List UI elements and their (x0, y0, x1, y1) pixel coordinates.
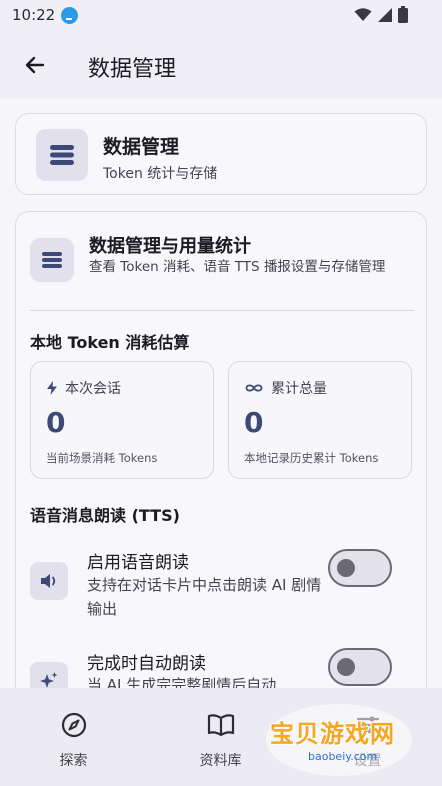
page-title: 数据管理 (88, 57, 177, 82)
tts-auto-description: 当 AI 生成完完整剧情后自动 (87, 676, 277, 688)
back-button[interactable] (18, 48, 52, 82)
tts-enable-title: 启用语音朗读 (87, 553, 189, 573)
session-value: 0 (46, 406, 66, 439)
watermark: 宝贝游戏网 baobeiy.com (266, 700, 416, 778)
speaker-icon (30, 562, 68, 600)
tts-section-title: 语音消息朗读 (TTS) (30, 506, 180, 525)
infinity-icon (245, 384, 263, 392)
app-bar: 数据管理 (0, 32, 442, 98)
download-icon (61, 7, 78, 24)
content-area[interactable]: 数据管理 Token 统计与存储 数据管理与用量统计 查看 Token 消耗、语… (0, 98, 442, 688)
tts-enable-toggle[interactable] (328, 549, 392, 587)
total-label: 累计总量 (271, 381, 327, 397)
total-value: 0 (244, 406, 264, 439)
header-card-subtitle: Token 统计与存储 (103, 166, 218, 182)
arrow-left-icon (25, 56, 45, 74)
status-bar: 10:22 (0, 0, 442, 32)
watermark-text: 宝贝游戏网 (270, 720, 395, 748)
lightning-icon (47, 381, 57, 395)
status-icons (354, 6, 408, 23)
nav-explore[interactable]: 探索 (0, 688, 147, 786)
sparkle-icon (30, 662, 68, 688)
nav-explore-label: 探索 (59, 753, 88, 769)
compass-icon (59, 710, 89, 740)
data-management-card: 数据管理与用量统计 查看 Token 消耗、语音 TTS 播报设置与存储管理 本… (15, 211, 427, 688)
card-title: 数据管理与用量统计 (89, 236, 251, 257)
divider (30, 310, 414, 311)
book-icon (206, 710, 236, 740)
tts-auto-toggle[interactable] (328, 648, 392, 686)
storage-icon (30, 238, 74, 282)
token-section-title: 本地 Token 消耗估算 (30, 333, 190, 352)
battery-icon (398, 6, 408, 23)
storage-icon (36, 129, 88, 181)
signal-icon (378, 7, 392, 22)
wifi-icon (354, 7, 372, 21)
tts-enable-description: 支持在对话卡片中点击朗读 AI 剧情输出 (87, 576, 322, 618)
tts-auto-title: 完成时自动朗读 (87, 654, 206, 674)
total-footnote: 本地记录历史累计 Tokens (244, 451, 379, 465)
header-card: 数据管理 Token 统计与存储 (15, 113, 427, 195)
card-description: 查看 Token 消耗、语音 TTS 播报设置与存储管理 (89, 259, 386, 275)
header-card-title: 数据管理 (103, 136, 180, 158)
session-token-stat: 本次会话 0 当前场景消耗 Tokens (30, 361, 214, 479)
session-footnote: 当前场景消耗 Tokens (46, 451, 158, 465)
status-time: 10:22 (12, 6, 56, 24)
watermark-url: baobeiy.com (308, 750, 378, 763)
session-label: 本次会话 (65, 381, 121, 397)
total-token-stat: 累计总量 0 本地记录历史累计 Tokens (228, 361, 412, 479)
